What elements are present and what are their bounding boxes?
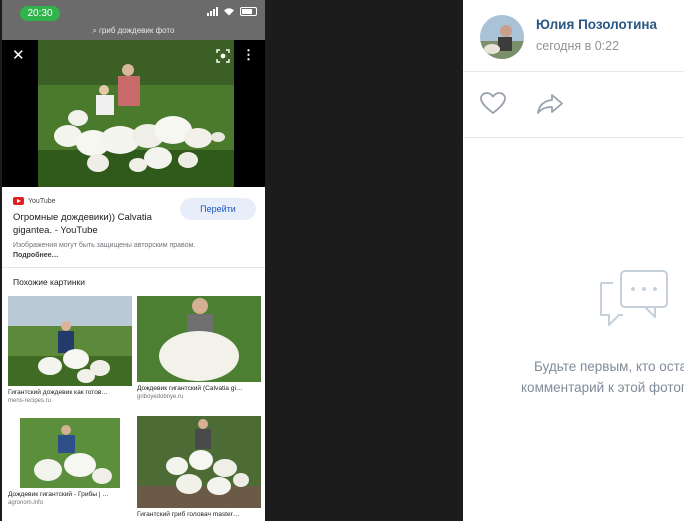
similar-images-title: Похожие картинки [13,277,86,287]
status-bar: 20:30 ⌕ гриб дождевик фото [2,0,265,40]
comments-icon [600,270,668,326]
similar-image-1[interactable] [8,296,132,386]
phone-screenshot: 20:30 ⌕ гриб дождевик фото ✕ ⋮ YouTube О… [2,0,265,521]
similar-caption: Гигантский гриб головач master… [137,511,240,518]
go-button[interactable]: Перейти [180,198,256,220]
search-icon: ⌕ [92,26,97,35]
empty-comments-line-2: комментарий к этой фотографии. [521,380,684,395]
screen: 20:30 ⌕ гриб дождевик фото ✕ ⋮ YouTube О… [0,0,684,521]
similar-source: mens-recipes.ru [8,398,52,404]
background-gap [265,0,463,521]
avatar[interactable] [480,15,524,59]
similar-caption: Дождевик гигантский - Грибы | … [8,491,110,498]
result-source: YouTube [13,197,56,205]
lens-icon[interactable] [216,49,230,63]
youtube-icon [13,197,24,205]
signal-icon [207,7,218,16]
status-time: 20:30 [20,6,60,21]
more-icon[interactable]: ⋮ [242,48,255,62]
divider [463,71,684,72]
post-panel: Юлия Позолотина сегодня в 0:22 Будьте пе… [463,0,684,521]
copyright-notice: Изображения могут быть защищены авторски… [13,241,213,261]
similar-image-4[interactable] [137,416,261,508]
empty-comments-message: Будьте первым, кто оставит комментарий к… [521,356,684,398]
source-name: YouTube [28,197,56,205]
battery-icon [240,7,257,16]
similar-image-3[interactable] [8,418,132,488]
main-photo[interactable] [38,40,234,187]
search-query-text: гриб дождевик фото [99,26,175,35]
similar-image-card[interactable]: Гигантский дождевик как готов… mens-reci… [8,296,132,404]
more-details-link[interactable]: Подробнее… [13,252,59,259]
close-icon[interactable]: ✕ [12,48,25,63]
post-time[interactable]: сегодня в 0:22 [536,39,619,53]
divider [2,267,265,268]
similar-source: agronom.info [8,500,44,506]
similar-caption: Дождевик гигантский (Calvatia gi… [137,385,243,392]
image-viewer: ✕ ⋮ [2,40,265,187]
copyright-text: Изображения могут быть защищены авторски… [13,242,196,249]
search-query[interactable]: ⌕ гриб дождевик фото [2,26,265,36]
similar-source: griboyedobnye.ru [137,394,184,400]
similar-image-2[interactable] [137,296,261,382]
empty-comments-line-1: Будьте первым, кто оставит [533,359,684,374]
divider [463,137,684,138]
author-name[interactable]: Юлия Позолотина [536,17,657,32]
similar-image-card[interactable]: Дождевик гигантский (Calvatia gi… griboy… [137,296,261,400]
similar-caption: Гигантский дождевик как готов… [8,389,108,396]
similar-image-card[interactable]: Дождевик гигантский - Грибы | … agronom.… [8,418,132,506]
similar-image-card[interactable]: Гигантский гриб головач master… [137,416,261,518]
result-title[interactable]: Огромные дождевики)) Calvatia gigantea. … [13,211,173,237]
status-icons [207,7,257,16]
share-icon[interactable] [536,93,564,115]
like-icon[interactable] [480,92,506,115]
wifi-icon [224,8,234,16]
